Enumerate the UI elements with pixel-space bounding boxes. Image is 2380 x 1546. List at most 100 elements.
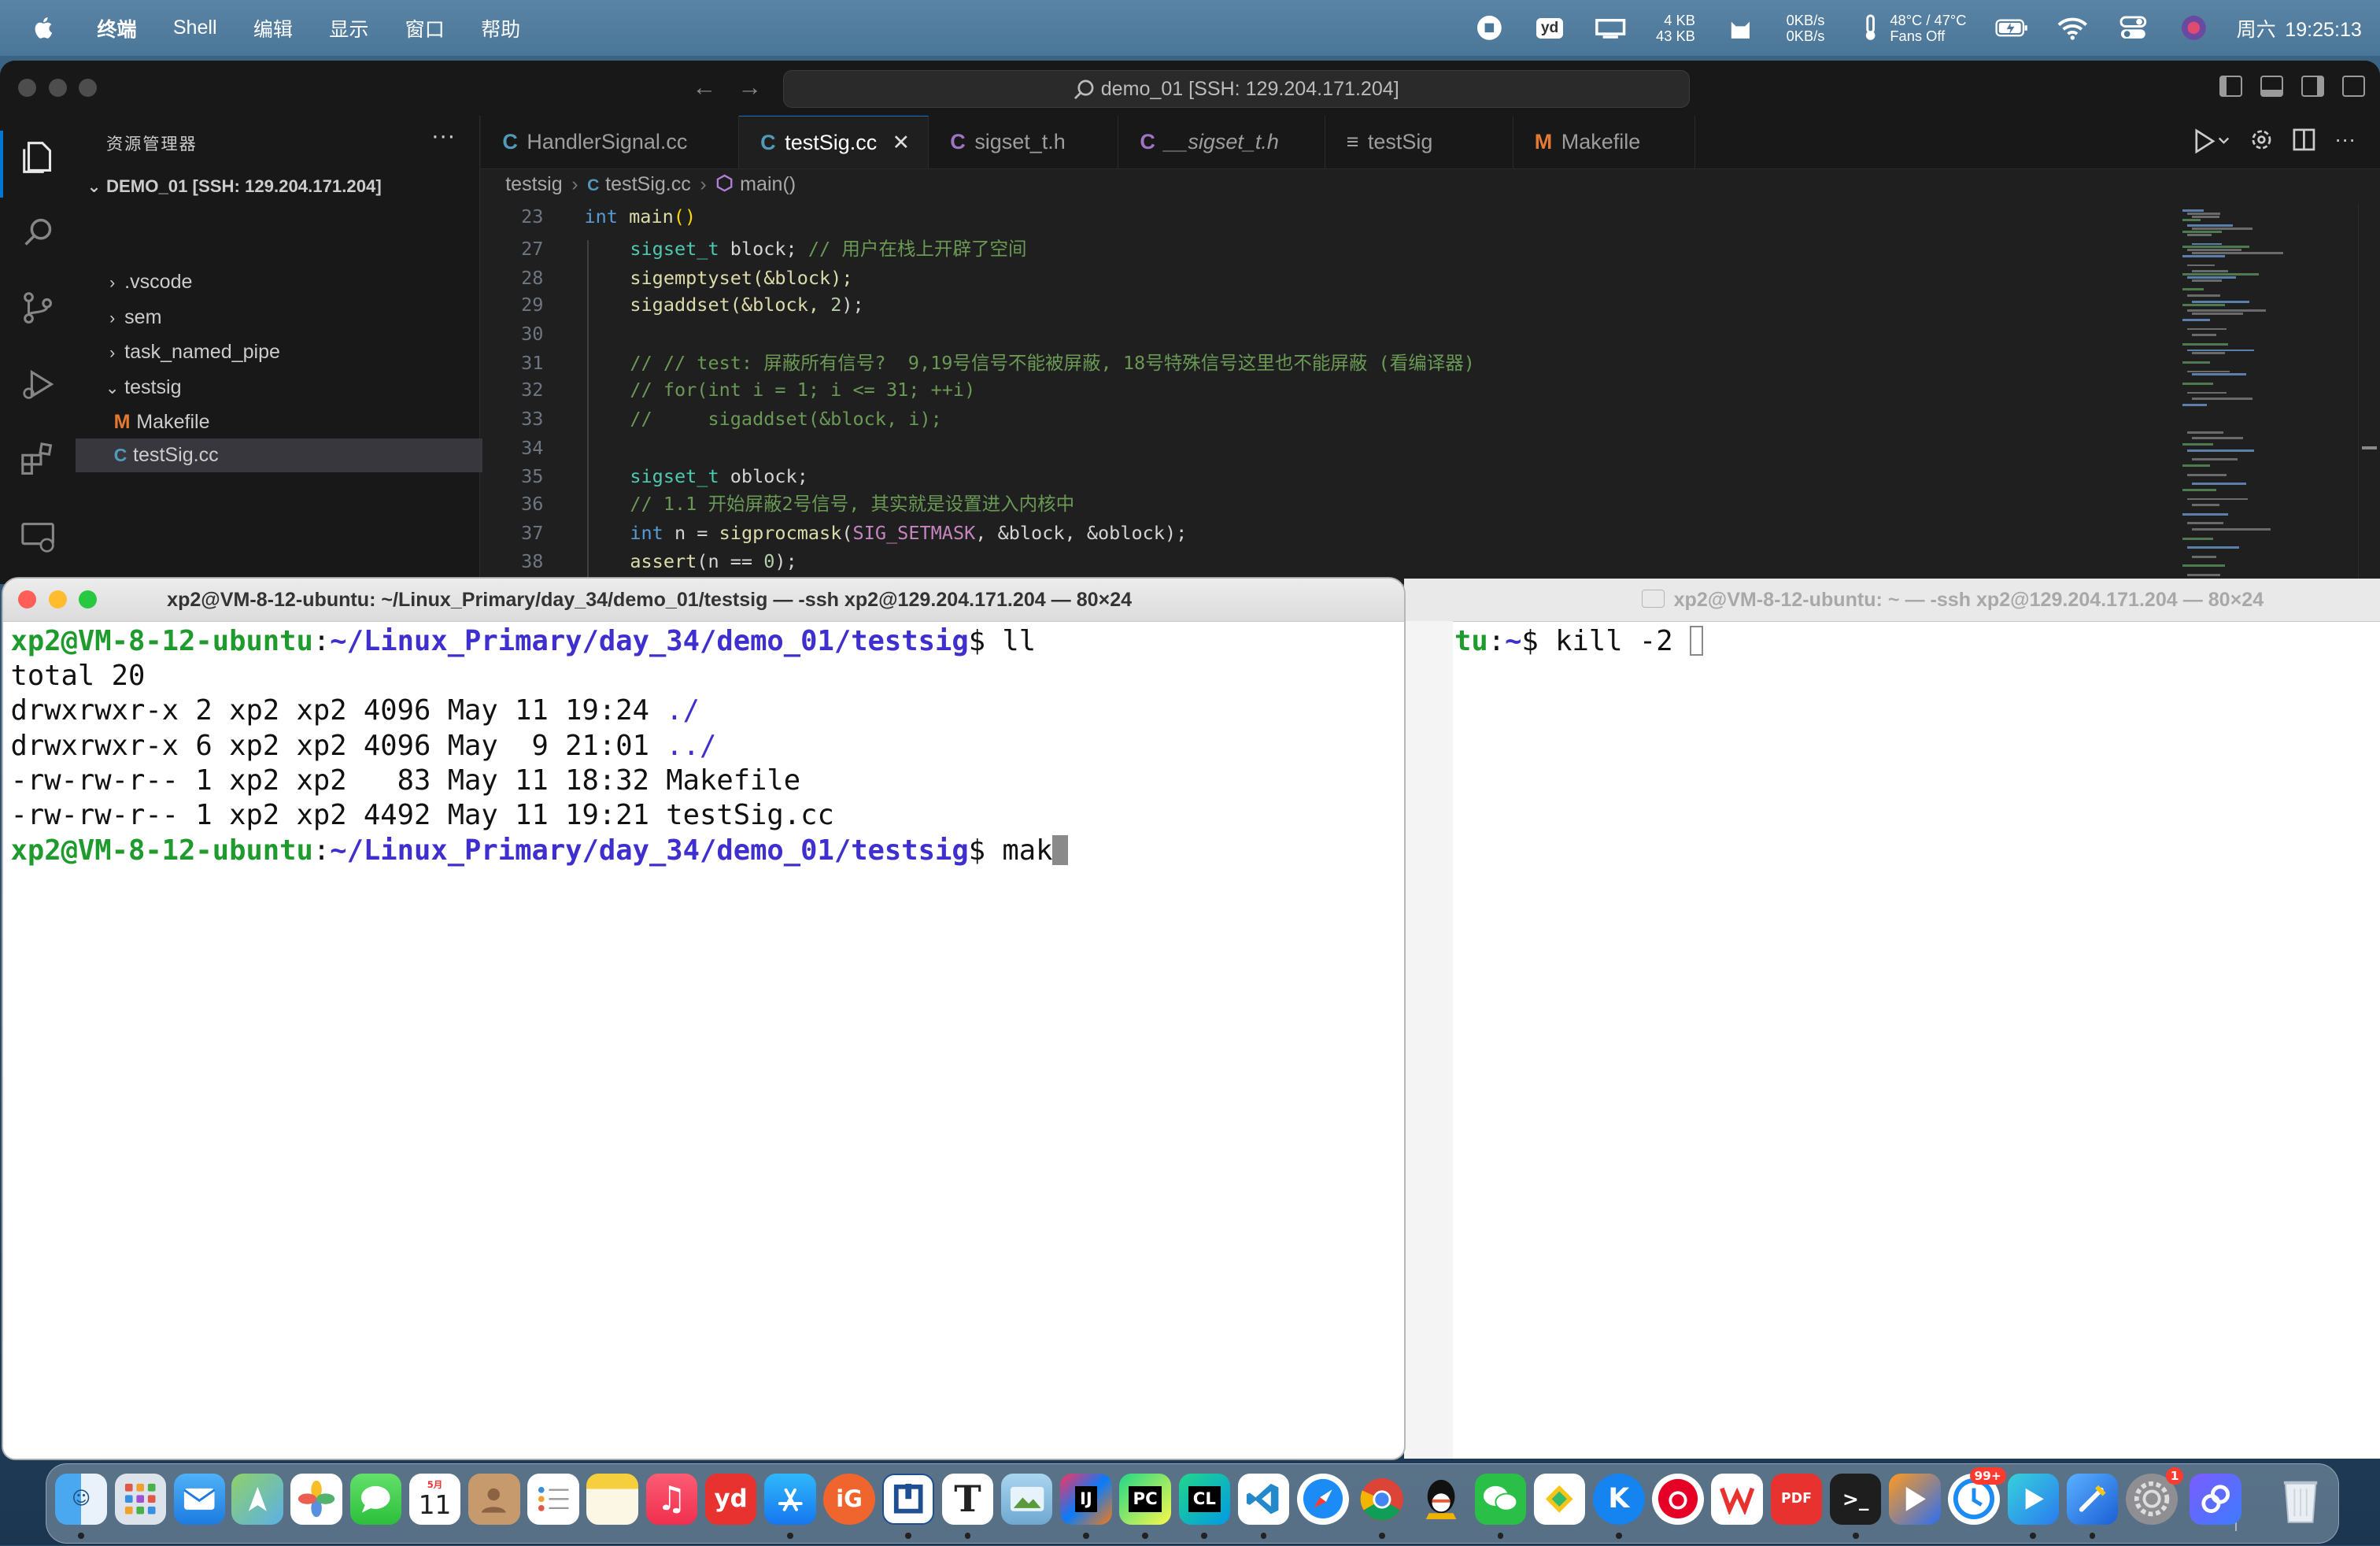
tab-sigset-t-internal[interactable]: C __sigset_t.h xyxy=(1118,115,1325,169)
contacts-icon[interactable] xyxy=(468,1473,520,1526)
vscode-zoom-button[interactable] xyxy=(79,79,98,98)
vscode-minimize-button[interactable] xyxy=(48,79,67,98)
qq-icon[interactable] xyxy=(1415,1474,1467,1526)
menu-window[interactable]: 窗口 xyxy=(405,14,445,43)
photos-icon[interactable] xyxy=(290,1473,342,1526)
breadcrumb-folder[interactable]: testsig xyxy=(505,173,562,195)
more-actions-icon[interactable]: ··· xyxy=(431,121,456,150)
messages-icon[interactable] xyxy=(349,1473,402,1526)
pdf-icon[interactable]: PDF xyxy=(1770,1473,1823,1526)
wifi-icon[interactable] xyxy=(2056,13,2089,43)
more-actions-icon[interactable]: ··· xyxy=(2334,128,2356,155)
youdao-icon[interactable]: yd xyxy=(704,1473,757,1526)
chrome-icon[interactable] xyxy=(1356,1474,1408,1526)
terminal-icon[interactable]: >_ xyxy=(1829,1473,1882,1526)
tree-item-testsig[interactable]: ⌄ testsig xyxy=(76,371,504,404)
code-editor[interactable]: 23 int main() 27 sigset_t block; // 用户在栈上开… xyxy=(482,203,2168,585)
toggle-primary-sidebar-icon[interactable] xyxy=(2219,76,2242,98)
infuse-icon[interactable] xyxy=(1889,1473,1941,1526)
display-icon[interactable] xyxy=(1594,13,1627,43)
menu-edit[interactable]: 编辑 xyxy=(253,14,293,43)
typora-icon[interactable]: T xyxy=(941,1473,994,1526)
trash-icon[interactable] xyxy=(2275,1474,2326,1526)
netease-music-icon[interactable] xyxy=(1652,1473,1704,1526)
preview-icon[interactable] xyxy=(1000,1473,1053,1526)
battery-icon[interactable] xyxy=(1995,13,2028,43)
split-editor-icon[interactable] xyxy=(2292,128,2316,152)
git-client-icon[interactable]: iG xyxy=(823,1473,875,1526)
xcode-icon[interactable] xyxy=(2066,1473,2119,1526)
back-arrow-icon[interactable]: ← xyxy=(692,73,737,101)
tab-sigset-t[interactable]: Csigset_t.h xyxy=(929,115,1119,169)
terminal-close-button[interactable] xyxy=(18,590,37,609)
tree-item-vscode[interactable]: › .vscode xyxy=(76,265,504,298)
explorer-icon[interactable] xyxy=(18,137,57,176)
source-control-icon[interactable] xyxy=(18,288,57,327)
apple-menu-icon[interactable] xyxy=(31,14,58,42)
remote-explorer-icon[interactable] xyxy=(18,516,57,556)
breadcrumb-symbol[interactable]: main() xyxy=(740,173,796,195)
command-center[interactable]: demo_01 [SSH: 129.204.171.204] xyxy=(783,69,1690,108)
system-settings-icon[interactable]: 1 xyxy=(2125,1467,2184,1526)
minimap[interactable] xyxy=(2171,203,2352,584)
search-view-icon[interactable] xyxy=(18,213,57,252)
safari-icon[interactable] xyxy=(1296,1473,1349,1526)
workspace-root[interactable]: ⌄ DEMO_01 [SSH: 129.204.171.204] xyxy=(82,176,382,197)
editor-scrollbar[interactable] xyxy=(2358,203,2380,585)
finder-icon[interactable]: ☺ xyxy=(55,1473,107,1526)
record-icon[interactable] xyxy=(1473,13,1506,43)
pycharm-icon[interactable]: PC xyxy=(1119,1473,1171,1526)
siri-icon[interactable] xyxy=(2177,13,2210,43)
forward-arrow-icon[interactable]: → xyxy=(737,73,783,101)
toggle-panel-icon[interactable] xyxy=(2260,76,2283,98)
tab-makefile[interactable]: M Makefile xyxy=(1513,115,1696,169)
reminders-icon[interactable] xyxy=(527,1473,579,1526)
cat-icon[interactable] xyxy=(1724,13,1757,43)
run-code-icon[interactable] xyxy=(2192,128,2231,155)
wps-icon[interactable] xyxy=(1711,1473,1764,1526)
menu-shell[interactable]: Shell xyxy=(173,17,217,39)
close-icon[interactable]: ✕ xyxy=(893,131,911,154)
app-store-icon[interactable] xyxy=(764,1473,816,1526)
settings-gear-icon[interactable] xyxy=(2249,128,2274,152)
tab-testsig-binary[interactable]: ≡ testSig xyxy=(1325,115,1513,169)
wechat-icon[interactable] xyxy=(1474,1473,1527,1526)
menu-terminal[interactable]: 终端 xyxy=(97,14,136,43)
menu-view[interactable]: 显示 xyxy=(329,14,368,43)
kuwo-icon[interactable]: K xyxy=(1593,1473,1645,1526)
terminal-window-left[interactable]: xp2@VM-8-12-ubuntu: ~/Linux_Primary/day_… xyxy=(2,578,1404,1459)
calendar-icon[interactable]: 5月 11 xyxy=(408,1473,461,1526)
vscode-icon[interactable] xyxy=(1237,1473,1290,1526)
temperature-stats[interactable]: 48°C / 47°C Fans Off xyxy=(1890,13,1966,43)
tab-testsig-cc[interactable]: CtestSig.cc ✕ xyxy=(739,115,929,169)
vscode-close-button[interactable] xyxy=(18,79,37,98)
tree-item-testsig-cc[interactable]: CtestSig.cc xyxy=(76,438,518,472)
tree-item-sem[interactable]: › sem xyxy=(76,301,504,334)
youdao-dict-icon[interactable]: yd xyxy=(1533,13,1566,43)
clion-icon[interactable]: CL xyxy=(1178,1473,1231,1526)
sourcetree-icon[interactable] xyxy=(882,1473,935,1526)
notes-icon[interactable] xyxy=(586,1473,638,1526)
terminal-minimize-button[interactable] xyxy=(48,590,67,609)
control-center-icon[interactable] xyxy=(2116,13,2149,43)
mail-icon[interactable] xyxy=(173,1473,226,1526)
clock[interactable]: 周六 19:25:13 xyxy=(2237,14,2362,43)
tree-item-task-named-pipe[interactable]: › task_named_pipe xyxy=(76,335,504,368)
tencent-meeting-icon[interactable] xyxy=(1533,1473,1586,1526)
terminal-window-right[interactable]: xp2@VM-8-12-ubuntu: ~ — -ssh xp2@129.204… xyxy=(1403,578,2380,1459)
customize-layout-icon[interactable] xyxy=(2341,76,2365,98)
quicktime-icon[interactable] xyxy=(2007,1473,2060,1526)
terminal-zoom-button[interactable] xyxy=(79,590,98,609)
update-icon[interactable]: 99+ xyxy=(1948,1467,2006,1526)
breadcrumb-file[interactable]: testSig.cc xyxy=(605,173,691,195)
toggle-secondary-sidebar-icon[interactable] xyxy=(2301,76,2324,98)
music-icon[interactable]: ♫ xyxy=(645,1473,698,1526)
shortcuts-icon[interactable] xyxy=(2189,1473,2241,1526)
tab-handlersignal[interactable]: C HandlerSignal.cc xyxy=(481,115,740,169)
run-debug-icon[interactable] xyxy=(18,364,57,404)
tree-item-makefile[interactable]: M Makefile xyxy=(76,405,517,438)
menu-help[interactable]: 帮助 xyxy=(481,14,520,43)
launchpad-icon[interactable] xyxy=(114,1473,167,1526)
maps-icon[interactable] xyxy=(231,1473,283,1526)
extensions-icon[interactable] xyxy=(18,440,57,479)
